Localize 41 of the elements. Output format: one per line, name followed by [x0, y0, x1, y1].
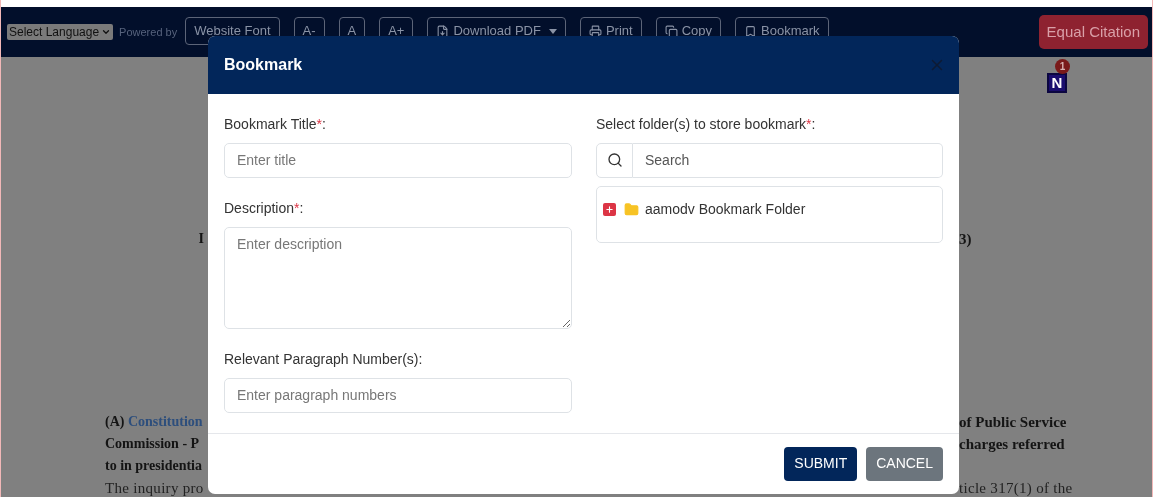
paragraph-text: ticle 317(1) of the — [959, 480, 1073, 496]
printer-icon — [588, 24, 602, 38]
copy-icon — [664, 24, 678, 38]
equal-citation-button[interactable]: Equal Citation — [1038, 15, 1148, 49]
field-label: Relevant Paragraph Number(s) — [224, 349, 419, 369]
search-field[interactable]: Search — [633, 142, 943, 178]
field-label: Select folder(s) to store bookmark — [596, 114, 807, 134]
caret-icon — [548, 28, 557, 34]
notification-badge: 1 — [1055, 59, 1070, 74]
label-colon: : — [322, 114, 326, 134]
expand-button[interactable] — [603, 202, 616, 216]
search-icon — [606, 152, 623, 168]
text-field[interactable]: Enter paragraph numbers — [224, 377, 572, 413]
folder-icon — [624, 201, 639, 217]
file-download-icon — [436, 24, 450, 38]
paragraph-text: The inquiry pro — [105, 480, 204, 496]
required-mark: * — [806, 114, 812, 134]
text-field[interactable]: Enter title — [224, 142, 572, 178]
folder-item[interactable]: aamodv Bookmark Folder — [645, 198, 806, 220]
plus-icon — [605, 204, 614, 214]
field-label: Bookmark Title — [224, 114, 317, 134]
language-select[interactable]: Select Language — [7, 24, 114, 40]
paragraph-text: Commission - P — [105, 436, 200, 451]
chevron-down-icon — [101, 27, 112, 37]
heading-text: 3) — [959, 231, 972, 247]
paragraph-text: to in presidentia — [105, 458, 202, 473]
notification-icon[interactable]: N — [1047, 73, 1067, 93]
label-colon: : — [299, 198, 304, 218]
label-colon: : — [418, 349, 423, 369]
dialog-title: Bookmark — [224, 54, 303, 75]
cancel-button[interactable]: CANCEL — [866, 446, 943, 481]
bookmark-icon — [744, 24, 757, 38]
heading-text: I — [198, 231, 204, 246]
label-colon: : — [811, 114, 816, 134]
paragraph-text: of Public Service — [959, 414, 1067, 430]
submit-button[interactable]: SUBMIT — [784, 446, 858, 481]
paragraph-text: (A) — [105, 413, 126, 431]
field-label: Description — [224, 198, 295, 218]
powered-by-text: Powered by — [119, 24, 178, 40]
paragraph-text: charges referred — [959, 436, 1065, 452]
description-field[interactable]: Enter description — [224, 226, 572, 329]
